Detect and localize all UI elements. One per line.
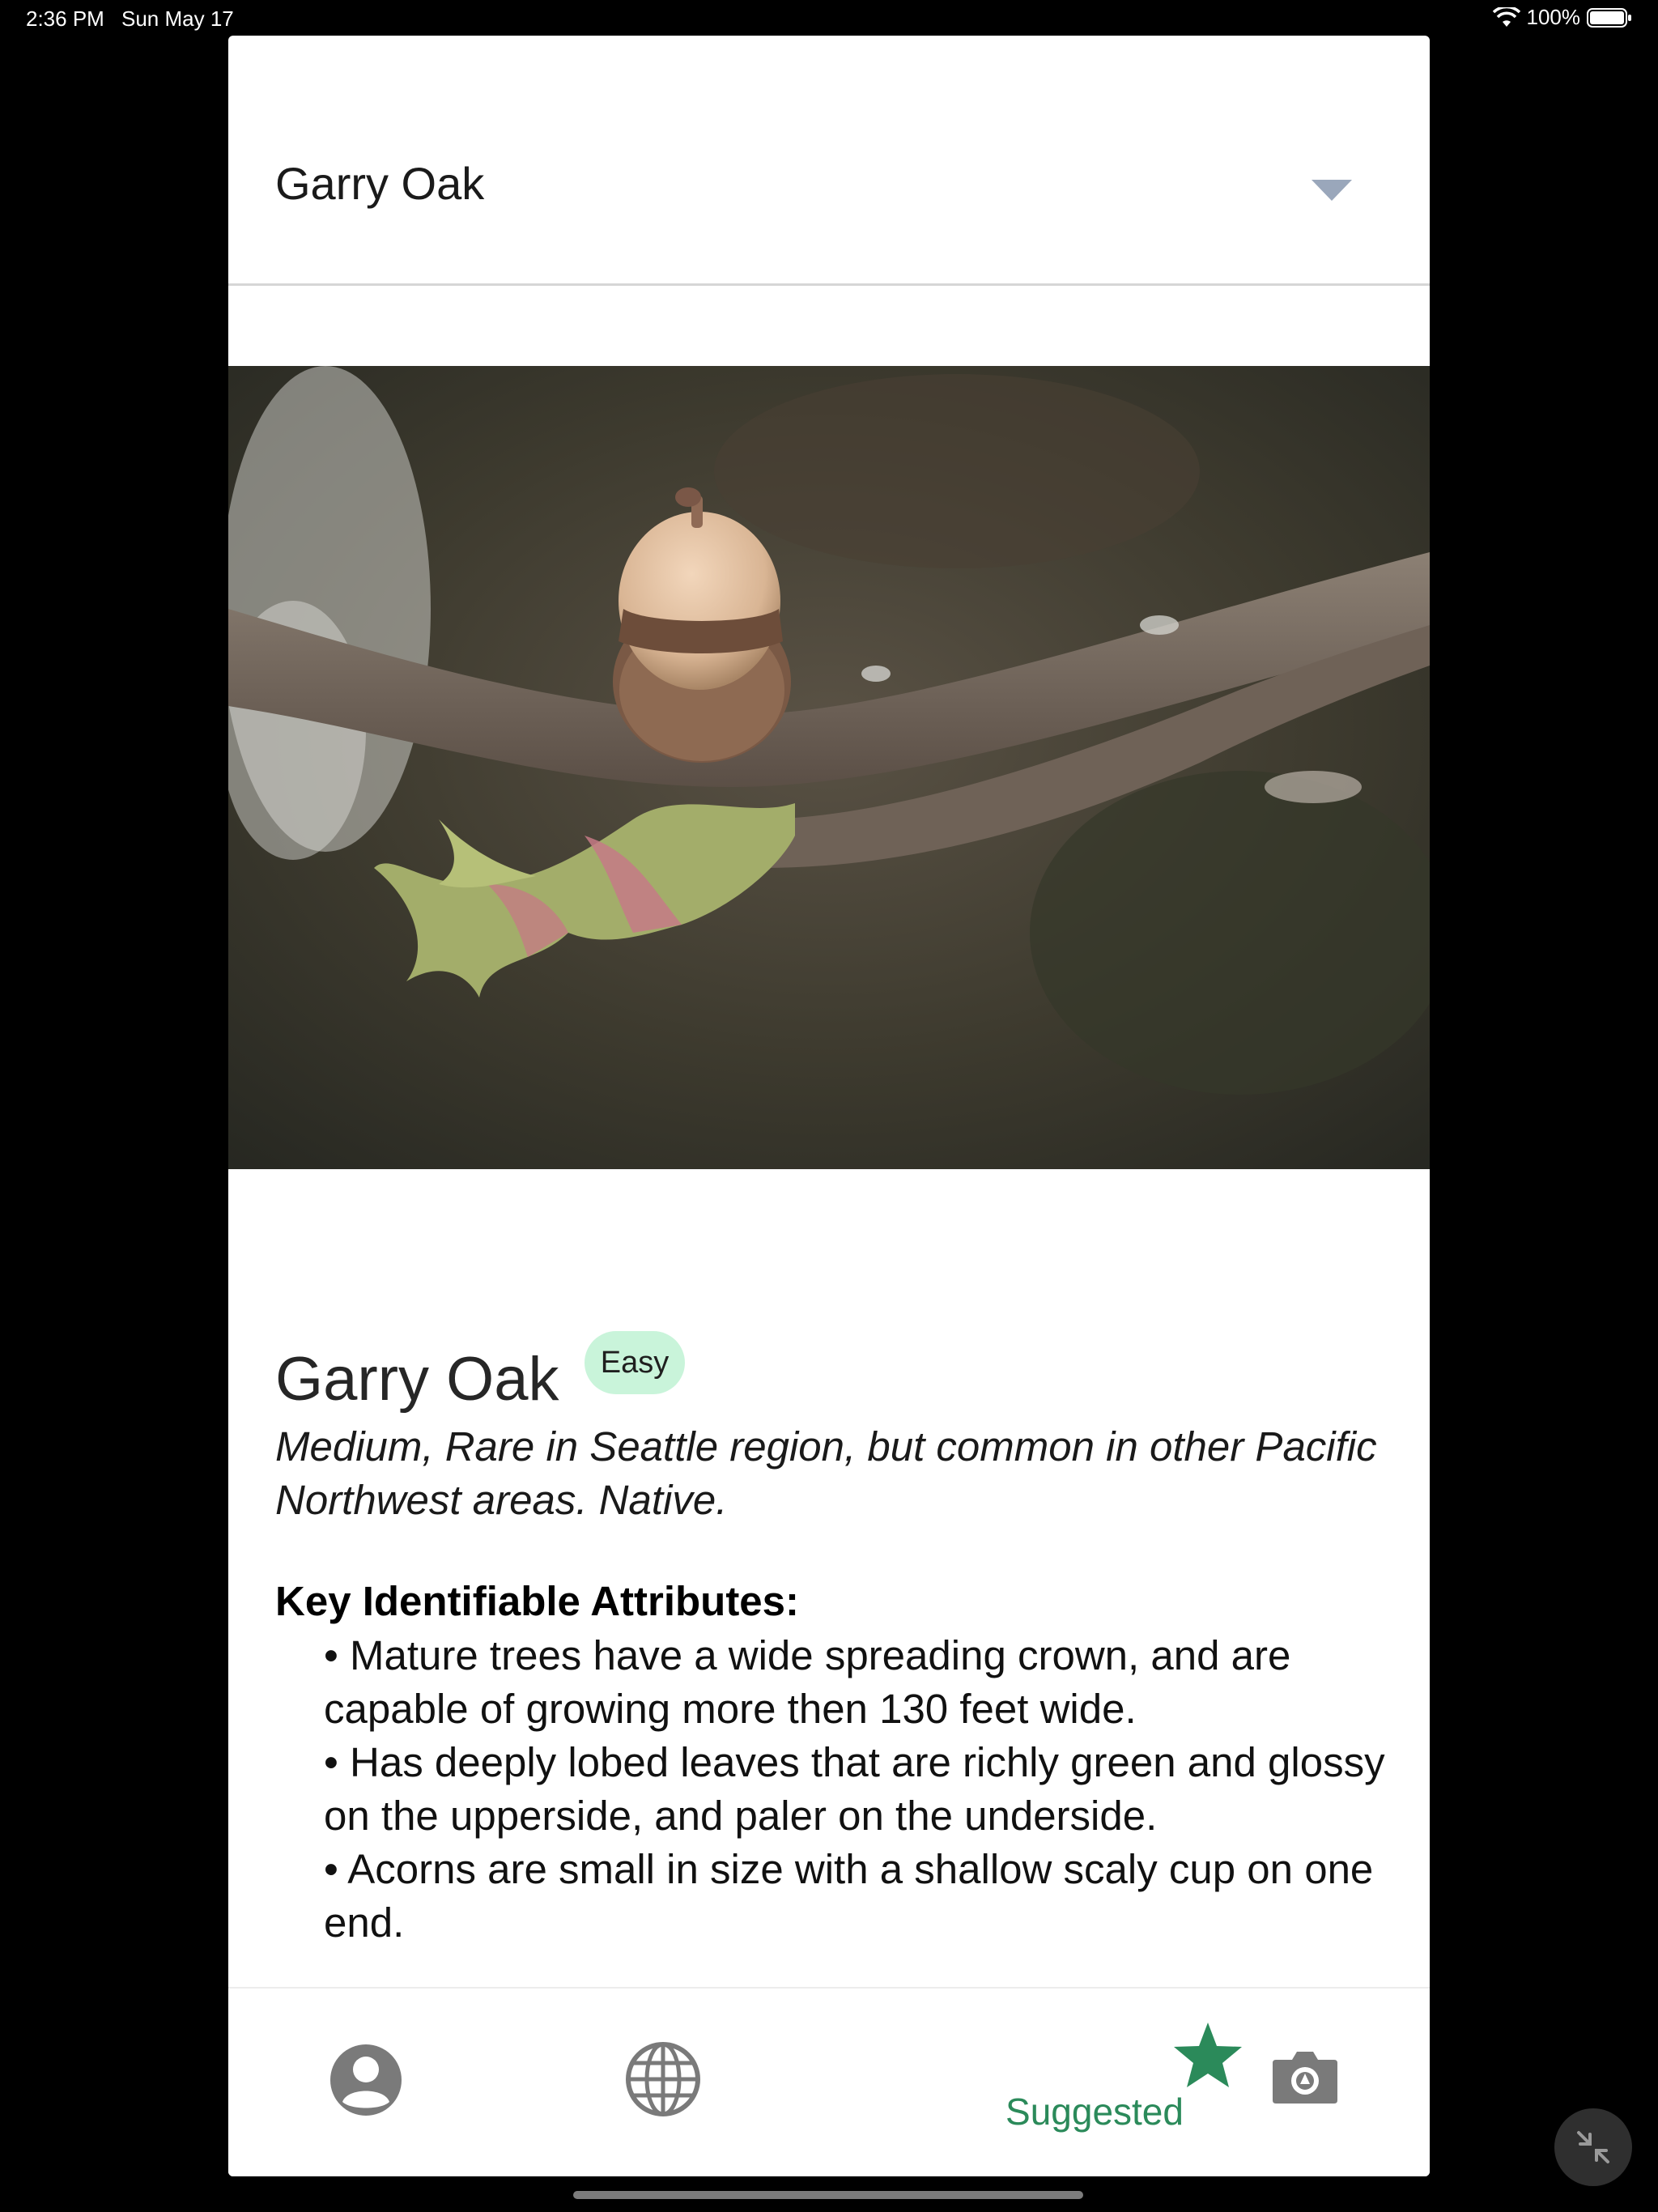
camera-icon xyxy=(1273,2052,1337,2104)
acorn-photo-illustration xyxy=(228,366,1430,1169)
app-window: Garry Oak Garry Oak Easy Medium, Rare in… xyxy=(228,36,1430,2176)
tree-photo xyxy=(228,366,1430,1169)
status-bar: 2:36 PM Sun May 17 100% xyxy=(0,0,1658,36)
battery-icon xyxy=(1587,7,1631,28)
status-indicators: 100% xyxy=(1492,5,1633,30)
tree-selector-value: Garry Oak xyxy=(275,158,485,209)
attribute-item: • Mature trees have a wide spreading cro… xyxy=(324,1632,1291,1732)
status-date: Sun May 17 xyxy=(121,6,234,31)
globe-icon xyxy=(626,2042,700,2116)
chevron-down-icon[interactable] xyxy=(1312,178,1352,202)
tab-bar: Suggested xyxy=(228,1987,1430,2176)
tab-label-suggested: Suggested xyxy=(1005,2091,1184,2133)
difficulty-badge: Easy xyxy=(585,1331,685,1394)
wifi-icon xyxy=(1492,6,1520,27)
tab-globe[interactable] xyxy=(606,1989,719,2176)
tree-selector-dropdown[interactable]: Garry Oak xyxy=(228,36,1430,286)
shrink-arrows-icon xyxy=(1577,2131,1609,2163)
tab-camera[interactable] xyxy=(1240,1989,1370,2176)
attribute-item: • Has deeply lobed leaves that are richl… xyxy=(324,1739,1385,1839)
tree-name: Garry Oak xyxy=(275,1345,559,1414)
tab-profile[interactable] xyxy=(309,1989,423,2176)
shrink-window-button[interactable] xyxy=(1554,2108,1632,2186)
attributes-list: • Mature trees have a wide spreading cro… xyxy=(275,1629,1392,1950)
home-indicator[interactable] xyxy=(573,2191,1083,2199)
title-row: Garry Oak Easy xyxy=(275,1299,1392,1414)
status-time: 2:36 PM xyxy=(26,6,104,31)
tree-summary: Medium, Rare in Seattle region, but comm… xyxy=(275,1423,1377,1523)
star-icon xyxy=(1174,2023,1242,2087)
tree-details: Garry Oak Easy Medium, Rare in Seattle r… xyxy=(275,1299,1392,1950)
attributes-heading: Key Identifiable Attributes: xyxy=(275,1578,800,1624)
profile-icon xyxy=(330,2044,402,2116)
battery-percent: 100% xyxy=(1526,5,1581,29)
attribute-item: • Acorns are small in size with a shallo… xyxy=(324,1846,1374,1946)
